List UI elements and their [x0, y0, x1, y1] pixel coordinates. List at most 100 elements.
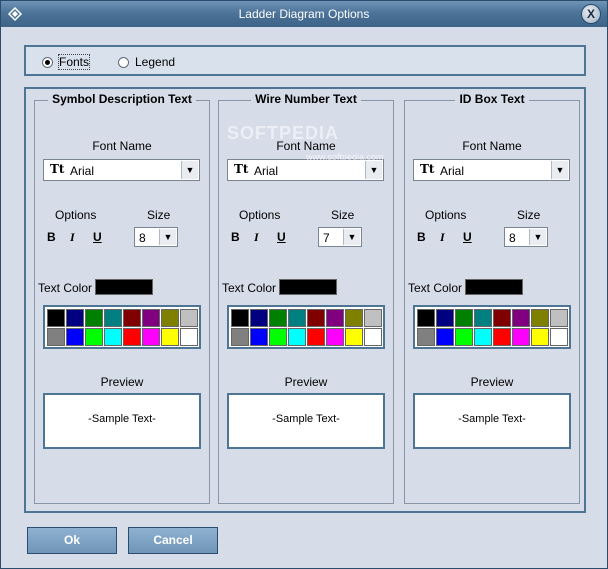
color-swatch[interactable]: [161, 328, 179, 346]
color-swatch[interactable]: [531, 309, 549, 327]
chevron-down-icon[interactable]: ▼: [529, 229, 546, 245]
preview-label: Preview: [100, 375, 144, 389]
color-swatch[interactable]: [417, 328, 435, 346]
text-color-swatch[interactable]: [279, 279, 337, 295]
group-title: Symbol Description Text: [48, 92, 196, 106]
size-dropdown[interactable]: 8 ▼: [504, 227, 548, 247]
chevron-down-icon[interactable]: ▼: [159, 229, 176, 245]
color-swatch[interactable]: [231, 309, 249, 327]
text-style-group: Symbol Description Text Font Name Tt Arial ▼…: [34, 92, 210, 504]
color-swatch[interactable]: [123, 309, 141, 327]
size-dropdown[interactable]: 7 ▼: [318, 227, 362, 247]
font-name-dropdown[interactable]: Tt Arial ▼: [413, 159, 570, 181]
size-dropdown[interactable]: 8 ▼: [134, 227, 178, 247]
color-swatch[interactable]: [512, 328, 530, 346]
color-swatch[interactable]: [288, 309, 306, 327]
underline-button[interactable]: U: [463, 230, 472, 244]
close-button[interactable]: X: [581, 4, 601, 24]
group-title: Wire Number Text: [251, 92, 361, 106]
color-swatch[interactable]: [531, 328, 549, 346]
color-swatch[interactable]: [345, 328, 363, 346]
legend-radio[interactable]: Legend: [118, 55, 175, 69]
color-swatch[interactable]: [180, 328, 198, 346]
preview-text: -Sample Text-: [272, 413, 340, 425]
cancel-button[interactable]: Cancel: [128, 527, 218, 554]
color-swatch[interactable]: [269, 328, 287, 346]
bold-button[interactable]: B: [417, 230, 426, 244]
italic-button[interactable]: I: [254, 230, 259, 245]
title-bar[interactable]: Ladder Diagram Options X: [1, 1, 607, 27]
legend-radio-label: Legend: [135, 55, 176, 69]
underline-button[interactable]: U: [93, 230, 102, 244]
color-swatch[interactable]: [326, 328, 344, 346]
text-color-label: Text Color: [408, 281, 463, 295]
color-swatch[interactable]: [104, 328, 122, 346]
color-swatch[interactable]: [345, 309, 363, 327]
chevron-down-icon[interactable]: ▼: [343, 229, 360, 245]
fonts-radio-dot[interactable]: [42, 56, 53, 68]
color-swatch[interactable]: [66, 328, 84, 346]
color-swatch[interactable]: [104, 309, 122, 327]
color-swatch[interactable]: [66, 309, 84, 327]
color-swatch[interactable]: [493, 309, 511, 327]
ok-button[interactable]: Ok: [27, 527, 117, 554]
color-swatch[interactable]: [288, 328, 306, 346]
color-swatch[interactable]: [307, 309, 325, 327]
preview-box: -Sample Text-: [227, 393, 385, 449]
color-swatch[interactable]: [142, 328, 160, 346]
color-swatch[interactable]: [417, 309, 435, 327]
color-swatch[interactable]: [550, 309, 568, 327]
preview-box: -Sample Text-: [413, 393, 571, 449]
color-swatch[interactable]: [250, 309, 268, 327]
text-color-swatch[interactable]: [465, 279, 523, 295]
font-name-dropdown[interactable]: Tt Arial ▼: [43, 159, 200, 181]
color-swatch[interactable]: [142, 309, 160, 327]
font-name-label: Font Name: [462, 139, 522, 153]
chevron-down-icon[interactable]: ▼: [181, 161, 198, 179]
color-swatch[interactable]: [47, 328, 65, 346]
truetype-icon: Tt: [420, 162, 435, 176]
italic-button[interactable]: I: [440, 230, 445, 245]
color-swatch[interactable]: [123, 328, 141, 346]
watermark: SOFTPEDIA: [227, 123, 340, 143]
text-color-swatch[interactable]: [95, 279, 153, 295]
font-name-label: Font Name: [92, 139, 152, 153]
color-swatch[interactable]: [161, 309, 179, 327]
color-swatch[interactable]: [512, 309, 530, 327]
preview-box: -Sample Text-: [43, 393, 201, 449]
color-swatch[interactable]: [493, 328, 511, 346]
color-swatch[interactable]: [474, 309, 492, 327]
fonts-radio-label: Fonts: [57, 54, 91, 70]
truetype-icon: Tt: [234, 162, 249, 176]
chevron-down-icon[interactable]: ▼: [551, 161, 568, 179]
color-swatch[interactable]: [474, 328, 492, 346]
color-swatch[interactable]: [307, 328, 325, 346]
italic-button[interactable]: I: [70, 230, 75, 245]
color-swatch[interactable]: [455, 309, 473, 327]
color-swatch[interactable]: [550, 328, 568, 346]
text-style-group: ID Box Text Font Name Tt Arial ▼ Options Size B…: [404, 92, 580, 504]
color-swatch[interactable]: [269, 309, 287, 327]
underline-button[interactable]: U: [277, 230, 286, 244]
legend-radio-dot[interactable]: [118, 56, 129, 68]
bold-button[interactable]: B: [231, 230, 240, 244]
color-swatch[interactable]: [455, 328, 473, 346]
chevron-down-icon[interactable]: ▼: [365, 161, 382, 179]
color-swatch[interactable]: [47, 309, 65, 327]
color-swatch[interactable]: [85, 309, 103, 327]
bold-button[interactable]: B: [47, 230, 56, 244]
font-name-dropdown[interactable]: Tt Arial ▼: [227, 159, 384, 181]
color-swatch[interactable]: [85, 328, 103, 346]
preview-label: Preview: [470, 375, 514, 389]
color-swatch[interactable]: [231, 328, 249, 346]
color-swatch[interactable]: [436, 309, 454, 327]
fonts-radio[interactable]: Fonts: [42, 54, 91, 70]
color-swatch[interactable]: [250, 328, 268, 346]
color-swatch[interactable]: [364, 328, 382, 346]
group-title-wrap: Wire Number Text: [219, 92, 393, 106]
color-swatch[interactable]: [364, 309, 382, 327]
size-value: 8: [509, 231, 516, 245]
color-swatch[interactable]: [180, 309, 198, 327]
color-swatch[interactable]: [436, 328, 454, 346]
color-swatch[interactable]: [326, 309, 344, 327]
